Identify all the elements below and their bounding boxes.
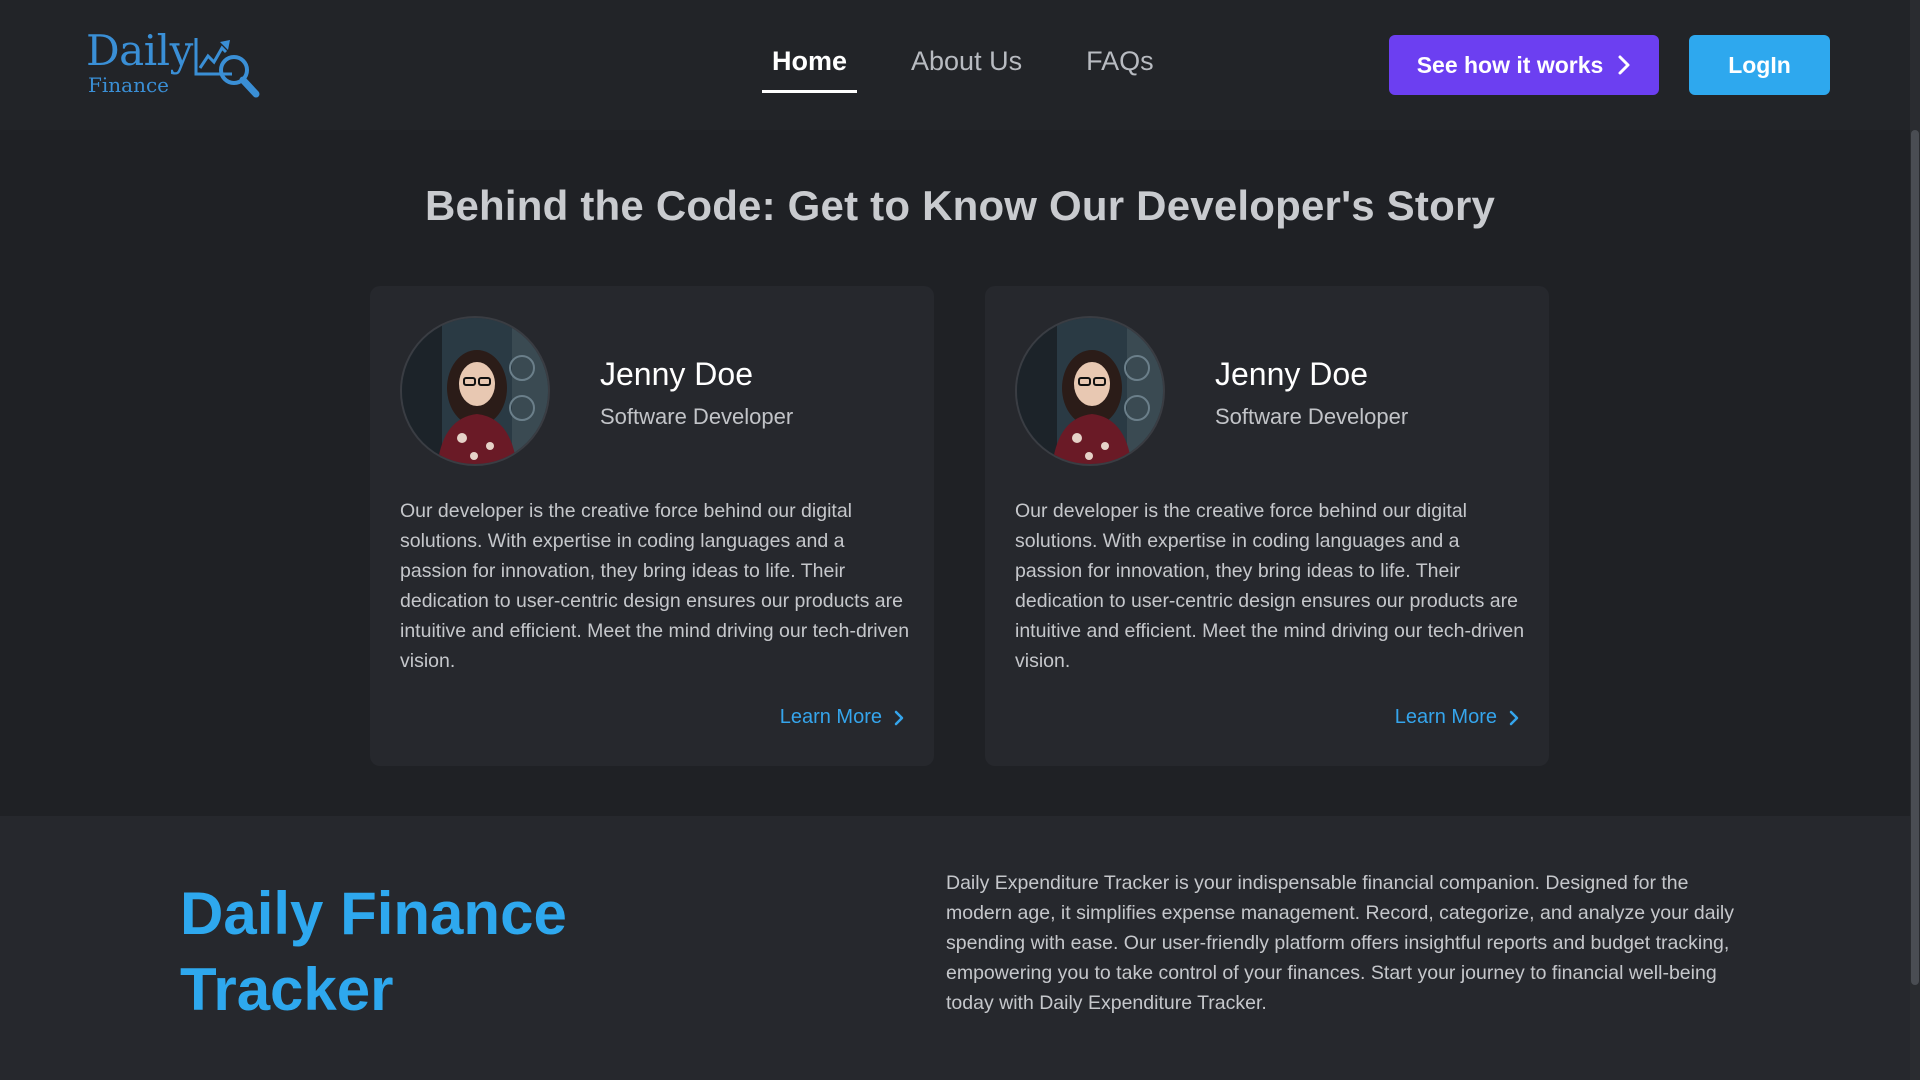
main-nav: Home About Us FAQs (762, 40, 1208, 93)
developer-photo (1017, 318, 1163, 464)
developer-role: Software Developer (1215, 404, 1409, 429)
logo-word: Daily (86, 26, 193, 75)
product-title: Daily Finance Tracker (180, 880, 567, 1023)
logo-text: Daily Finance (86, 26, 193, 97)
see-how-it-works-label: See how it works (1416, 51, 1604, 78)
learn-more-link[interactable]: Learn More (780, 706, 904, 729)
learn-more-label: Learn More (779, 706, 882, 728)
top-navbar: Daily Finance Home About Us FAQs See how… (0, 0, 1910, 130)
logo[interactable]: Daily Finance (86, 28, 266, 100)
developer-photo (402, 318, 548, 464)
chevron-right-icon (1618, 55, 1630, 75)
see-how-it-works-button[interactable]: See how it works (1389, 35, 1659, 95)
avatar (1015, 316, 1165, 466)
learn-more-link[interactable]: Learn More (1395, 706, 1519, 729)
developer-role: Software Developer (600, 404, 794, 429)
developer-name: Jenny Doe (600, 356, 753, 392)
developer-card: Jenny Doe Software Developer Our develop… (985, 286, 1549, 766)
avatar (400, 316, 550, 466)
nav-faqs[interactable]: FAQs (1076, 40, 1164, 83)
chart-magnifier-icon (194, 38, 260, 98)
nav-about-us[interactable]: About Us (901, 40, 1032, 83)
nav-home[interactable]: Home (762, 40, 858, 93)
about-section: Daily Finance Tracker Daily Expenditure … (0, 816, 1910, 1080)
chevron-right-icon (1509, 710, 1519, 725)
chevron-right-icon (894, 710, 904, 725)
login-button[interactable]: LogIn (1689, 35, 1830, 95)
page-scrollbar[interactable] (1910, 0, 1920, 1080)
developer-section: Behind the Code: Get to Know Our Develop… (0, 130, 1910, 816)
developer-name: Jenny Doe (1215, 356, 1368, 392)
learn-more-label: Learn More (1394, 706, 1497, 728)
product-description: Daily Expenditure Tracker is your indisp… (946, 872, 1735, 1014)
developer-card: Jenny Doe Software Developer Our develop… (370, 286, 934, 766)
developer-description: Our developer is the creative force behi… (400, 500, 910, 672)
developer-description: Our developer is the creative force behi… (1015, 500, 1525, 672)
scrollbar-thumb[interactable] (1911, 130, 1919, 985)
section-title: Behind the Code: Get to Know Our Develop… (424, 182, 1496, 229)
logo-subtitle: Finance (88, 73, 169, 97)
